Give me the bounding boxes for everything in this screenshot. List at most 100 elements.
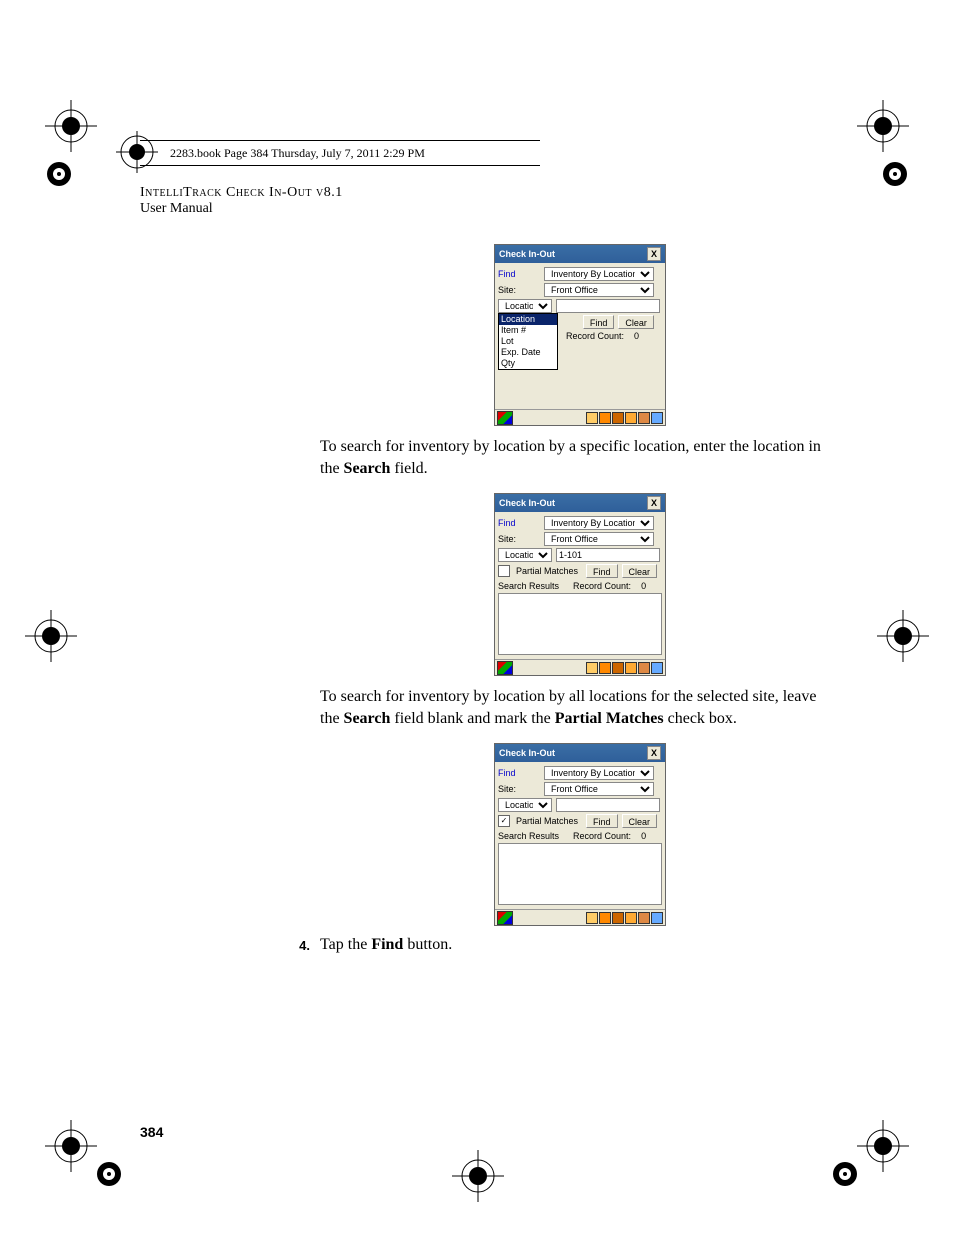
- dropdown-option[interactable]: Qty: [499, 358, 557, 369]
- crop-mark-mid-right: [877, 610, 929, 662]
- partial-matches-checkbox[interactable]: ✓: [498, 815, 510, 827]
- paragraph-1: To search for inventory by location by a…: [320, 436, 840, 479]
- dropdown-option[interactable]: Lot: [499, 336, 557, 347]
- device-statusbar: [495, 659, 665, 675]
- site-label: Site:: [498, 285, 540, 295]
- dropdown-option[interactable]: Location: [499, 314, 557, 325]
- header-strip-icon: [112, 127, 162, 177]
- find-select[interactable]: Inventory By Location: [544, 766, 654, 780]
- window-close-button[interactable]: X: [647, 247, 661, 261]
- tray-icon[interactable]: [599, 662, 611, 674]
- crop-mark-top-left: [45, 100, 97, 152]
- find-button[interactable]: Find: [586, 564, 618, 578]
- tray-icon[interactable]: [586, 912, 598, 924]
- crop-mark-bottom-center: [452, 1150, 504, 1202]
- header-strip-text: 2283.book Page 384 Thursday, July 7, 201…: [140, 146, 425, 161]
- tray-icon[interactable]: [651, 412, 663, 424]
- search-input[interactable]: [556, 798, 660, 812]
- find-button[interactable]: Find: [586, 814, 618, 828]
- search-field-dropdown-open[interactable]: Location Item # Lot Exp. Date Qty: [498, 313, 558, 370]
- record-count-value: 0: [641, 581, 646, 591]
- crop-mark-top-right: [857, 100, 909, 152]
- search-field-select[interactable]: Location: [498, 299, 552, 313]
- search-results-label: Search Results: [498, 581, 559, 591]
- device-statusbar: [495, 409, 665, 425]
- search-field-select[interactable]: Location: [498, 548, 552, 562]
- partial-matches-label: Partial Matches: [516, 566, 578, 576]
- site-label: Site:: [498, 534, 540, 544]
- crop-mark-top-left-2: [40, 155, 78, 193]
- search-input[interactable]: [556, 548, 660, 562]
- window-close-button[interactable]: X: [647, 746, 661, 760]
- crop-mark-bottom-left-2: [90, 1155, 128, 1193]
- tray-icon[interactable]: [586, 412, 598, 424]
- clear-button[interactable]: Clear: [622, 564, 658, 578]
- find-label: Find: [498, 768, 540, 778]
- window-titlebar: Check In-Out X: [495, 245, 665, 263]
- find-select[interactable]: Inventory By Location: [544, 516, 654, 530]
- start-icon[interactable]: [497, 911, 513, 925]
- system-tray: [586, 412, 663, 424]
- tray-icon[interactable]: [651, 662, 663, 674]
- tray-icon[interactable]: [638, 912, 650, 924]
- site-select[interactable]: Front Office: [544, 532, 654, 546]
- tray-icon[interactable]: [625, 912, 637, 924]
- record-count-label: Record Count:: [573, 581, 631, 591]
- crop-mark-bottom-right-2: [826, 1155, 864, 1193]
- dropdown-option[interactable]: Item #: [499, 325, 557, 336]
- partial-matches-label: Partial Matches: [516, 816, 578, 826]
- find-label: Find: [498, 269, 540, 279]
- start-icon[interactable]: [497, 661, 513, 675]
- window-titlebar: Check In-Out X: [495, 744, 665, 762]
- search-results-label: Search Results: [498, 831, 559, 841]
- clear-button[interactable]: Clear: [618, 315, 654, 329]
- tray-icon[interactable]: [599, 412, 611, 424]
- device-statusbar: [495, 909, 665, 925]
- tray-icon[interactable]: [599, 912, 611, 924]
- page-number: 384: [140, 1124, 163, 1140]
- search-input[interactable]: [556, 299, 660, 313]
- find-button[interactable]: Find: [583, 315, 615, 329]
- results-list: [498, 843, 662, 905]
- results-list: [498, 593, 662, 655]
- site-select[interactable]: Front Office: [544, 283, 654, 297]
- crop-mark-top-right-2: [876, 155, 914, 193]
- clear-button[interactable]: Clear: [622, 814, 658, 828]
- site-label: Site:: [498, 784, 540, 794]
- window-title: Check In-Out: [499, 249, 555, 259]
- window-title: Check In-Out: [499, 748, 555, 758]
- device-screenshot-1: Check In-Out X Find Inventory By Locatio…: [494, 244, 666, 426]
- step-4: 4. Tap the Find button.: [280, 936, 840, 954]
- record-count-label: Record Count:: [566, 331, 624, 341]
- crop-mark-mid-left: [25, 610, 77, 662]
- tray-icon[interactable]: [638, 412, 650, 424]
- tray-icon[interactable]: [651, 912, 663, 924]
- tray-icon[interactable]: [625, 662, 637, 674]
- record-count-value: 0: [634, 331, 639, 341]
- search-field-select[interactable]: Location: [498, 798, 552, 812]
- system-tray: [586, 662, 663, 674]
- device-screenshot-3: Check In-Out X Find Inventory By Locatio…: [494, 743, 666, 926]
- tray-icon[interactable]: [612, 912, 624, 924]
- device-screenshot-2: Check In-Out X Find Inventory By Locatio…: [494, 493, 666, 676]
- running-head-sub: User Manual: [140, 201, 343, 217]
- crop-mark-bottom-right: [857, 1120, 909, 1172]
- header-strip: 2283.book Page 384 Thursday, July 7, 201…: [140, 140, 540, 166]
- tray-icon[interactable]: [612, 662, 624, 674]
- tray-icon[interactable]: [625, 412, 637, 424]
- tray-icon[interactable]: [612, 412, 624, 424]
- step-text: Tap the Find button.: [320, 936, 840, 954]
- tray-icon[interactable]: [586, 662, 598, 674]
- window-close-button[interactable]: X: [647, 496, 661, 510]
- running-head-title: IntelliTrack Check In-Out v8.1: [140, 185, 343, 201]
- partial-matches-checkbox[interactable]: [498, 565, 510, 577]
- main-content: Check In-Out X Find Inventory By Locatio…: [320, 240, 840, 954]
- record-count-label: Record Count:: [573, 831, 631, 841]
- start-icon[interactable]: [497, 411, 513, 425]
- dropdown-option[interactable]: Exp. Date: [499, 347, 557, 358]
- step-number: 4.: [280, 936, 320, 954]
- site-select[interactable]: Front Office: [544, 782, 654, 796]
- find-select[interactable]: Inventory By Location: [544, 267, 654, 281]
- system-tray: [586, 912, 663, 924]
- tray-icon[interactable]: [638, 662, 650, 674]
